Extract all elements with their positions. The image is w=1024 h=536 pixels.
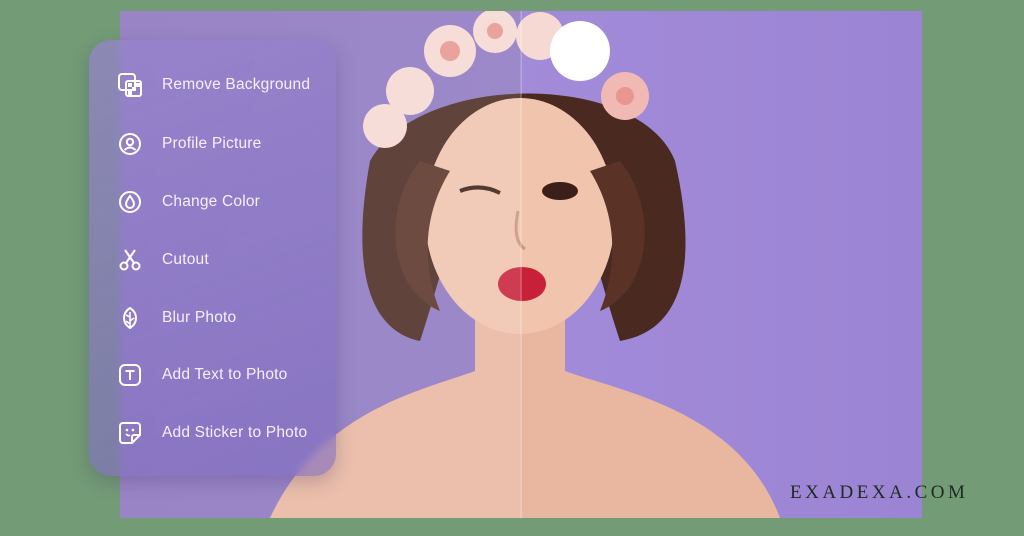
menu-item-label: Blur Photo: [162, 309, 237, 326]
menu-item-blur-photo[interactable]: Blur Photo: [117, 302, 327, 334]
text-icon: [117, 362, 143, 388]
tools-menu-panel: Remove Background Profile Picture Change…: [89, 40, 336, 476]
scissors-icon: [117, 247, 143, 273]
menu-item-label: Remove Background: [162, 76, 311, 93]
menu-item-label: Add Text to Photo: [162, 366, 288, 383]
menu-item-remove-background[interactable]: Remove Background: [117, 69, 327, 101]
menu-item-cutout[interactable]: Cutout: [117, 244, 327, 276]
menu-item-add-text[interactable]: Add Text to Photo: [117, 359, 327, 391]
menu-item-label: Change Color: [162, 193, 261, 210]
menu-item-change-color[interactable]: Change Color: [117, 186, 327, 218]
menu-item-label: Cutout: [162, 251, 209, 268]
menu-item-label: Profile Picture: [162, 135, 262, 152]
sticker-icon: [117, 420, 143, 446]
checkerboard-icon: [117, 72, 143, 98]
menu-item-label: Add Sticker to Photo: [162, 424, 308, 441]
color-drop-icon: [117, 189, 143, 215]
leaf-icon: [117, 305, 143, 331]
watermark-text: EXADEXA.COM: [790, 482, 969, 503]
profile-icon: [117, 131, 143, 157]
menu-item-profile-picture[interactable]: Profile Picture: [117, 128, 327, 160]
menu-item-add-sticker[interactable]: Add Sticker to Photo: [117, 417, 327, 449]
before-after-divider[interactable]: [520, 11, 522, 518]
